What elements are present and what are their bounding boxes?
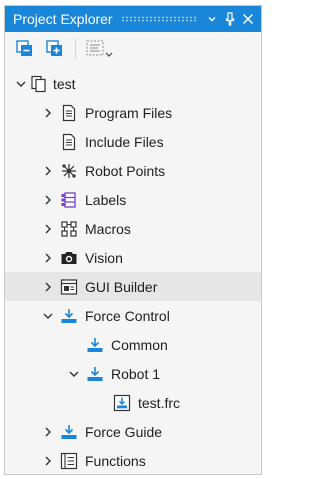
camera-icon [60, 249, 78, 267]
filter-dropdown-icon[interactable] [84, 37, 116, 61]
tree-item-program-files[interactable]: Program Files [5, 98, 261, 127]
document-icon [60, 133, 78, 151]
force-file-icon [113, 394, 131, 412]
tree-item-label: Common [111, 336, 168, 353]
gui-builder-icon [60, 278, 78, 296]
chevron-right-icon[interactable] [42, 223, 54, 235]
tree-item-label: Macros [85, 220, 131, 237]
dropdown-icon[interactable] [203, 9, 221, 29]
tree-item-force-control[interactable]: Force Control [5, 301, 261, 330]
chevron-right-icon[interactable] [42, 281, 54, 293]
tree-item-robot-1[interactable]: Robot 1 [5, 359, 261, 388]
tree-item-label: Robot 1 [111, 365, 161, 382]
chevron-right-icon[interactable] [42, 194, 54, 206]
macros-icon [60, 220, 78, 238]
functions-icon [60, 452, 78, 470]
force-icon [60, 307, 78, 325]
tree-item-label: Vision [85, 249, 123, 266]
tree-item-label: Labels [85, 191, 127, 208]
chevron-right-icon[interactable] [42, 426, 54, 438]
chevron-right-icon[interactable] [42, 455, 54, 467]
tree-item-label: test [53, 75, 76, 92]
explorer-toolbar [5, 32, 261, 66]
robot-points-icon [60, 162, 78, 180]
tree-item-labels[interactable]: Labels [5, 185, 261, 214]
project-tree: test Program Files Include Files Robot P… [5, 66, 261, 474]
titlebar-grip[interactable] [120, 16, 197, 22]
chevron-down-icon[interactable] [15, 78, 27, 90]
tree-item-label: Functions [85, 452, 146, 469]
tree-item-label: Force Guide [85, 423, 163, 440]
tree-item-vision[interactable]: Vision [5, 243, 261, 272]
tree-item-label: Include Files [85, 133, 164, 150]
tree-item-gui-builder[interactable]: GUI Builder [5, 272, 261, 301]
chevron-down-icon[interactable] [68, 368, 80, 380]
project-icon [30, 75, 48, 93]
force-icon [86, 336, 104, 354]
pin-icon[interactable] [221, 9, 239, 29]
force-icon [60, 423, 78, 441]
tree-item-include-files[interactable]: Include Files [5, 127, 261, 156]
document-icon [60, 104, 78, 122]
chevron-right-icon[interactable] [42, 165, 54, 177]
chevron-right-icon[interactable] [42, 252, 54, 264]
chevron-right-icon[interactable] [42, 107, 54, 119]
toolbar-separator [75, 39, 76, 59]
tree-item-macros[interactable]: Macros [5, 214, 261, 243]
tree-item-common[interactable]: Common [5, 330, 261, 359]
tree-item-label: Program Files [85, 104, 173, 121]
panel-titlebar[interactable]: Project Explorer [5, 6, 261, 32]
tree-item-label: test.frc [138, 394, 181, 411]
close-icon[interactable] [239, 9, 257, 29]
force-icon [86, 365, 104, 383]
tree-item-force-guide[interactable]: Force Guide [5, 417, 261, 446]
tree-item-test[interactable]: test [5, 69, 261, 98]
project-explorer-panel: Project Explorer test Program Files Incl… [4, 5, 262, 475]
tree-item-functions[interactable]: Functions [5, 446, 261, 474]
tree-item-test-frc[interactable]: test.frc [5, 388, 261, 417]
chevron-down-icon[interactable] [42, 310, 54, 322]
tree-item-label: GUI Builder [85, 278, 158, 295]
tree-item-label: Force Control [85, 307, 170, 324]
expand-all-icon[interactable] [43, 37, 67, 61]
tree-item-label: Robot Points [85, 162, 166, 179]
tree-item-robot-points[interactable]: Robot Points [5, 156, 261, 185]
labels-icon [60, 191, 78, 209]
collapse-all-icon[interactable] [13, 37, 37, 61]
panel-title: Project Explorer [13, 11, 113, 27]
